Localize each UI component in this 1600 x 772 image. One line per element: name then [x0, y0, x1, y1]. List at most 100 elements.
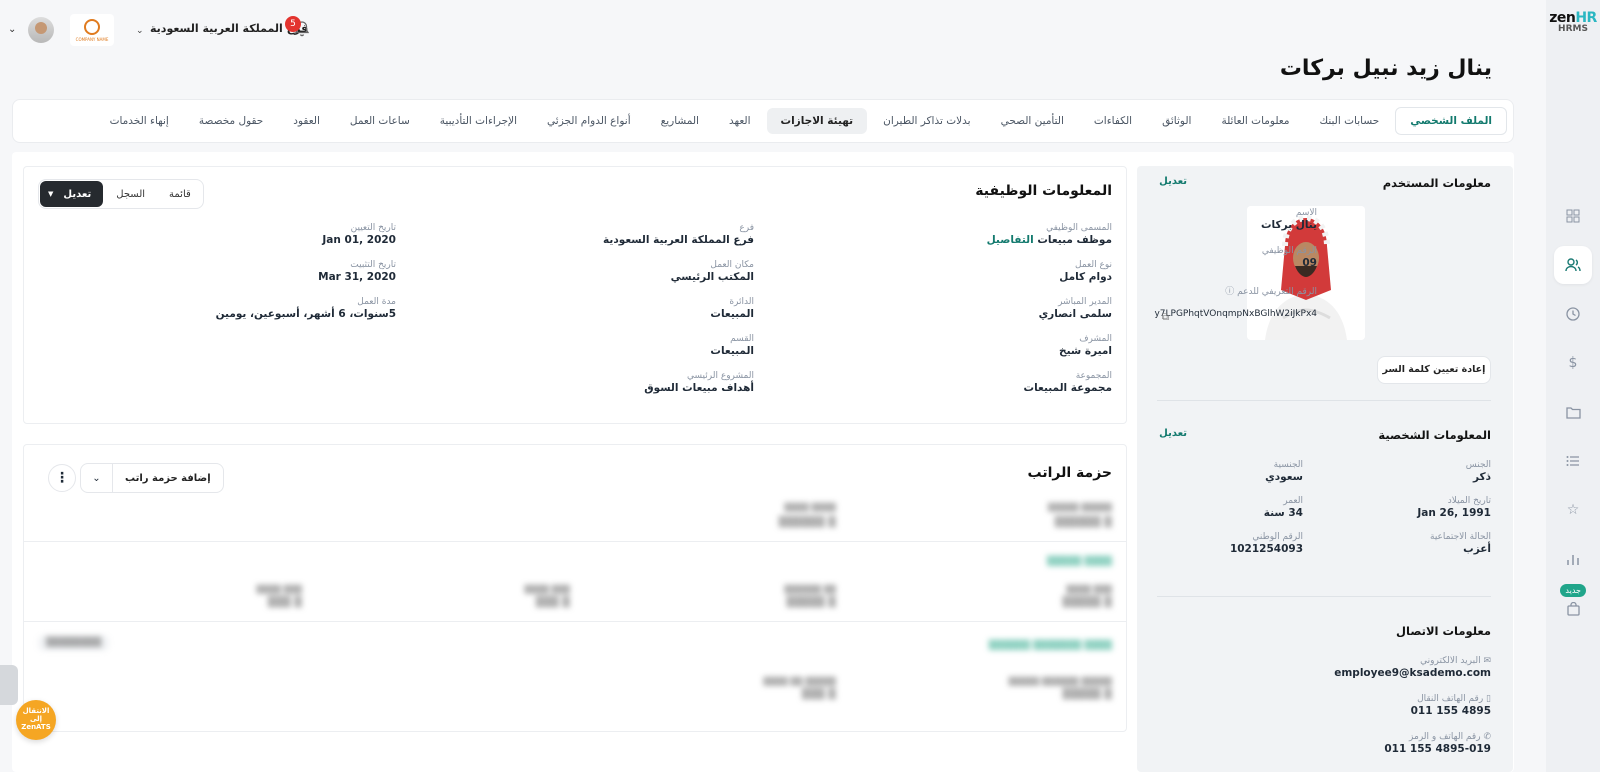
tab-disciplinary[interactable]: الإجراءات التأديبية: [426, 108, 531, 134]
star-icon[interactable]: ☆: [1559, 496, 1587, 524]
employee-side-panel: معلومات المستخدم تعديل الاسم ينال بركات …: [1137, 166, 1513, 772]
confirmation-date-field: تاريخ التثبيت Mar 31, 2020: [318, 260, 396, 283]
phone-value: 011 155 4895-019: [1384, 743, 1491, 755]
app-sidebar: zenHR HRMS $ ☆ جديد: [1546, 0, 1600, 772]
phone-icon: ✆: [1483, 732, 1491, 742]
chevron-down-icon: ▼: [48, 190, 54, 198]
tab-bank-accounts[interactable]: حسابات البنك: [1305, 108, 1393, 134]
shopping-bag-icon[interactable]: [1559, 595, 1587, 623]
main-project-field: المشروع الرئيسي أهداف مبيعات السوق: [644, 371, 754, 394]
field-label: الاسم: [1295, 208, 1317, 218]
ats-line2: ZenATS: [21, 722, 51, 731]
tab-custom-fields[interactable]: حقول مخصصة: [185, 108, 277, 134]
tab-profile[interactable]: الملف الشخصي: [1395, 107, 1507, 135]
copy-icon[interactable]: ⧉: [1162, 312, 1169, 323]
switch-to-zenats-button[interactable]: الانتقال إلى ZenATS: [16, 700, 56, 740]
branch-chevron-icon[interactable]: ⌄: [136, 26, 144, 36]
page-title: ينال زيد نبيل بركات: [1279, 56, 1492, 81]
divider: [24, 621, 1126, 622]
field-value: 09: [1302, 257, 1317, 269]
field-label: المشروع الرئيسي: [687, 371, 754, 381]
field-label: المدير المباشر: [1058, 297, 1112, 307]
tab-end-of-service[interactable]: إنهاء الخدمات: [96, 108, 183, 134]
tab-projects[interactable]: المشاريع: [647, 108, 713, 134]
field-value: ذكر: [1472, 471, 1491, 483]
direct-manager-field: المدير المباشر سلمى انصاري: [1039, 297, 1112, 320]
supervisor-field: المشرف اميرة شيخ: [1059, 334, 1112, 357]
field-value: المبيعات: [710, 345, 754, 357]
personal-info-edit-link[interactable]: تعديل: [1159, 428, 1187, 439]
department-field: الدائرة المبيعات: [710, 297, 754, 320]
history-view-button[interactable]: السجل: [104, 189, 157, 200]
globe-icon: [84, 18, 100, 35]
list-icon[interactable]: [1559, 447, 1587, 475]
more-options-icon[interactable]: ⋮: [48, 464, 76, 492]
tab-competencies[interactable]: الكفاءات: [1080, 108, 1146, 134]
clock-icon[interactable]: [1559, 300, 1587, 328]
field-label: رقم الهاتف النقال: [1417, 694, 1484, 704]
app-logo[interactable]: zenHR HRMS: [1546, 10, 1600, 34]
user-avatar[interactable]: [28, 17, 54, 43]
chevron-down-icon[interactable]: ⌄: [81, 464, 113, 492]
notifications-count-badge: 5: [285, 16, 301, 32]
field-label: الرقم التعريفي للدعم ⓘ: [1225, 287, 1317, 297]
tab-air-tickets[interactable]: بدلات تذاكر الطيران: [869, 108, 984, 134]
user-menu-chevron-icon[interactable]: ⌄: [8, 24, 16, 35]
job-edit-button[interactable]: ▼ تعديل: [40, 181, 104, 207]
field-label: مكان العمل: [710, 260, 754, 270]
job-title-value: موظف مبيعات: [1037, 234, 1112, 246]
field-value: أهداف مبيعات السوق: [644, 382, 754, 394]
reset-password-button[interactable]: إعادة تعيين كلمة السر: [1377, 356, 1491, 384]
phone-field: ✆ رقم الهاتف و الرمز 011 155 4895-019: [1384, 732, 1491, 755]
add-salary-package-button[interactable]: إضافة حزمة راتب: [113, 473, 223, 484]
field-label: الرقم الوطني: [1252, 532, 1303, 542]
folder-icon[interactable]: [1559, 398, 1587, 426]
payroll-dollar-icon[interactable]: $: [1559, 349, 1587, 377]
top-bar: ⌄ COMPANY NAME ⌄ فرع المملكة العربية الس…: [0, 0, 1546, 60]
dashboard-grid-icon[interactable]: [1559, 202, 1587, 230]
tab-contracts[interactable]: العقود: [279, 108, 334, 134]
field-label: المشرف: [1079, 334, 1112, 344]
employee-number-field: الرقم الوظيفي 09: [1262, 246, 1317, 269]
tab-work-hours[interactable]: ساعات العمل: [336, 108, 424, 134]
job-details-link[interactable]: التفاصيل: [987, 234, 1034, 246]
collapse-handle[interactable]: [0, 665, 18, 705]
employees-users-icon[interactable]: [1554, 246, 1592, 284]
ats-line1: الانتقال إلى: [22, 707, 50, 724]
tab-family-info[interactable]: معلومات العائلة: [1207, 108, 1303, 134]
field-value: المبيعات: [710, 308, 754, 320]
tab-custody[interactable]: العهد: [715, 108, 765, 134]
tab-documents[interactable]: الوثائق: [1148, 108, 1205, 134]
field-label: الجنس: [1465, 460, 1491, 470]
reports-chart-icon[interactable]: [1559, 545, 1587, 573]
national-id-field: الرقم الوطني 1021254093: [1230, 532, 1303, 555]
job-title-field: المسمى الوظيفي موظف مبيعات التفاصيل: [987, 223, 1112, 246]
list-view-button[interactable]: قائمة: [157, 189, 203, 200]
view-toggle: ▼ تعديل السجل قائمة: [38, 179, 204, 209]
field-value: 1021254093: [1229, 543, 1303, 555]
field-label: المسمى الوظيفي: [1046, 223, 1112, 233]
field-label: تاريخ التثبيت: [350, 260, 396, 270]
mail-icon: ✉: [1483, 656, 1491, 666]
divider: [1157, 400, 1491, 401]
workplace-field: مكان العمل المكتب الرئيسي: [671, 260, 754, 283]
user-info-edit-link[interactable]: تعديل: [1159, 176, 1187, 187]
field-value: مجموعة المبيعات: [1023, 382, 1112, 394]
support-id-field: الرقم التعريفي للدعم ⓘ y7LPGPhqtVOnqmpNx…: [1154, 284, 1317, 319]
service-duration-field: مدة العمل 5سنوات، 6 أشهر، أسبوعين، يومين: [216, 297, 396, 320]
group-field: المجموعة مجموعة المبيعات: [1024, 371, 1112, 394]
contact-info-title: معلومات الاتصال: [1396, 624, 1491, 638]
mobile-value: 011 155 4895: [1410, 705, 1491, 717]
tab-part-time-types[interactable]: أنواع الدوام الجزئي: [533, 108, 645, 134]
tab-leave-setup[interactable]: تهيئة الاجازات: [766, 108, 868, 134]
profile-tabs: الملف الشخصي حسابات البنك معلومات العائل…: [12, 99, 1514, 143]
field-label: البريد الالكتروني: [1420, 656, 1481, 666]
field-value: دوام كامل: [1059, 271, 1112, 283]
field-value: Mar 31, 2020: [318, 271, 396, 283]
mobile-phone-icon: ▯: [1486, 694, 1491, 704]
email-value[interactable]: employee9@ksademo.com: [1334, 667, 1491, 679]
field-value: 5سنوات، 6 أشهر، أسبوعين، يومين: [215, 308, 396, 320]
tab-health-insurance[interactable]: التأمين الصحي: [987, 108, 1078, 134]
field-label: العمر: [1283, 496, 1303, 506]
marital-status-field: الحالة الاجتماعية أعزب: [1430, 532, 1491, 555]
